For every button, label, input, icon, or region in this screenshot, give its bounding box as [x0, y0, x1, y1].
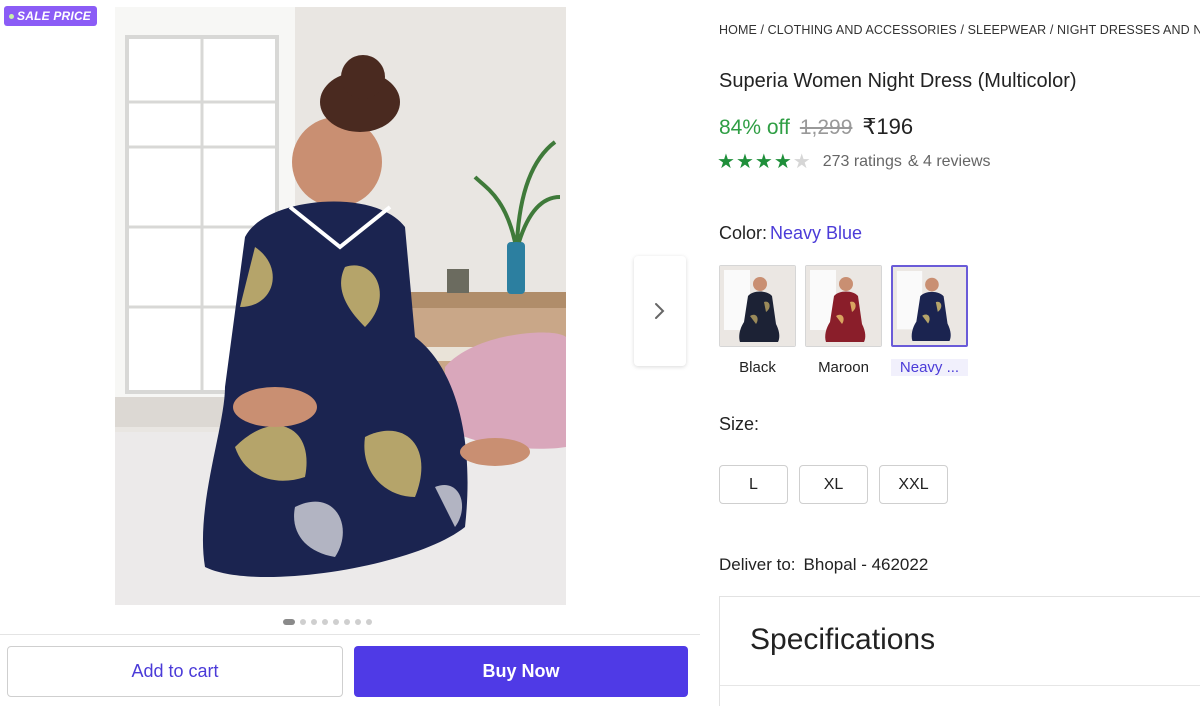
swatch-thumbnail: [893, 267, 966, 345]
size-option-l[interactable]: L: [719, 465, 788, 504]
star-empty-icon: ★: [792, 151, 811, 173]
color-option-label[interactable]: Neavy ...: [891, 359, 968, 376]
swatch-thumbnail: [720, 266, 795, 346]
color-option-label[interactable]: Black: [719, 359, 796, 376]
add-to-cart-button[interactable]: Add to cart: [7, 646, 343, 697]
star-icon: ★: [717, 151, 735, 173]
specifications-title: Specifications: [750, 623, 936, 656]
sale-price-badge: SALE PRICE: [4, 6, 98, 26]
badge-label: SALE PRICE: [17, 9, 92, 23]
next-image-button[interactable]: [634, 256, 686, 366]
color-label: Color: Neavy Blue: [719, 223, 862, 244]
color-swatch-black[interactable]: [719, 265, 796, 347]
color-swatch-maroon[interactable]: [805, 265, 882, 347]
carousel-dot[interactable]: [333, 619, 339, 625]
buy-now-button[interactable]: Buy Now: [354, 646, 688, 697]
deliver-label: Deliver to:: [719, 555, 796, 574]
carousel-dot[interactable]: [322, 619, 328, 625]
product-image[interactable]: [115, 7, 566, 605]
carousel-dot[interactable]: [300, 619, 306, 625]
breadcrumb[interactable]: HOME / CLOTHING AND ACCESSORIES / SLEEPW…: [719, 23, 1200, 37]
reviews-count: & 4 reviews: [907, 153, 991, 170]
rating-row[interactable]: ★ ★ ★ ★ ★ 273 ratings & 4 reviews: [717, 152, 991, 172]
star-icon: ★: [735, 151, 754, 173]
star-icon: ★: [754, 151, 773, 173]
carousel-dot[interactable]: [344, 619, 350, 625]
star-rating: ★ ★ ★ ★ ★: [717, 152, 811, 172]
color-swatch-neavy-blue[interactable]: [891, 265, 968, 347]
product-title: Superia Women Night Dress (Multicolor): [719, 70, 1077, 92]
delivery-info[interactable]: Deliver to: Bhopal - 462022: [719, 555, 928, 575]
size-label: Size:: [719, 414, 760, 434]
delivery-location: Bhopal - 462022: [803, 555, 929, 574]
swatch-thumbnail: [806, 266, 881, 346]
chevron-right-icon: [655, 303, 665, 319]
discount-text: 84% off: [719, 116, 790, 139]
badge-dot-icon: [9, 13, 14, 19]
size-option-xl[interactable]: XL: [799, 465, 868, 504]
star-icon: ★: [773, 151, 792, 173]
carousel-dots: [283, 619, 372, 625]
specifications-section: Specifications: [719, 596, 1200, 706]
divider: [720, 685, 1200, 686]
divider: [0, 634, 700, 635]
selected-color: Neavy Blue: [770, 223, 863, 243]
price-row: 84% off 1,299 ₹196: [719, 114, 913, 140]
color-option-label[interactable]: Maroon: [805, 359, 882, 376]
selling-price: ₹196: [862, 114, 914, 139]
carousel-dot[interactable]: [283, 619, 295, 625]
carousel-dot[interactable]: [311, 619, 317, 625]
size-option-xxl[interactable]: XXL: [879, 465, 948, 504]
ratings-count: 273 ratings: [822, 153, 902, 170]
carousel-dot[interactable]: [366, 619, 372, 625]
color-label-text: Color:: [719, 223, 768, 243]
mrp-price: 1,299: [799, 116, 853, 139]
carousel-dot[interactable]: [355, 619, 361, 625]
product-photo-illustration: [115, 7, 566, 605]
